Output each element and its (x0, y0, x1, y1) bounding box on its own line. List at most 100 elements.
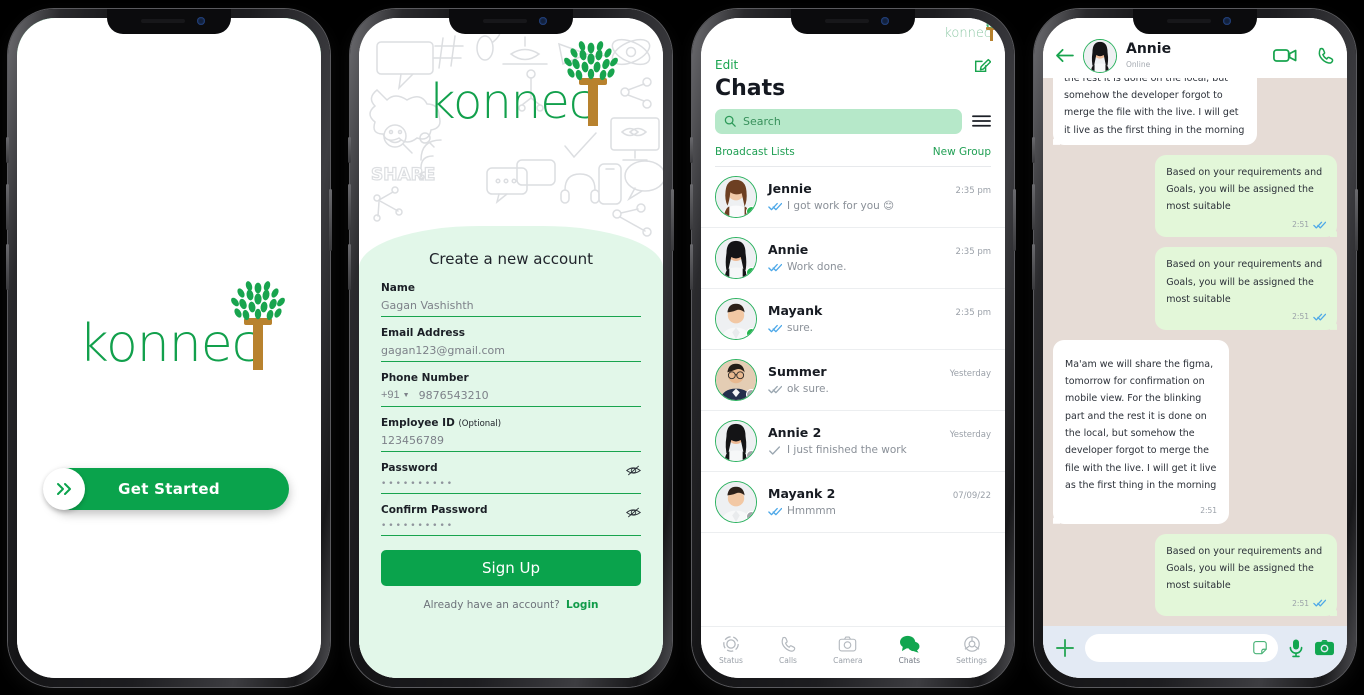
plus-icon[interactable] (1055, 638, 1075, 658)
chat-preview: Hmmmm (787, 505, 836, 517)
offline-status-dot (746, 388, 756, 400)
chat-bubbles-icon (899, 635, 920, 653)
broadcast-lists-link[interactable]: Broadcast Lists (715, 146, 795, 158)
tab-label: Chats (898, 656, 921, 665)
chat-name: Summer (768, 364, 827, 379)
avatar[interactable] (1083, 38, 1117, 73)
tab-status[interactable]: Status (719, 635, 743, 665)
app-logo-signup: konnec (359, 40, 663, 126)
chat-time: 2:35 pm (955, 186, 991, 196)
double-check-icon (768, 202, 782, 211)
contact-name: Annie (1126, 41, 1172, 58)
country-code-select[interactable]: +91 (381, 389, 400, 401)
sign-up-label: Sign Up (482, 558, 540, 577)
svg-text:SHARE: SHARE (371, 165, 435, 185)
phone-icon[interactable] (1316, 46, 1335, 65)
email-input[interactable]: gagan123@gmail.com (381, 344, 505, 357)
chat-name: Mayank (768, 303, 823, 318)
chat-list-item[interactable]: Annie 2:35 pm Work done. (701, 228, 1005, 289)
field-label: Employee ID (Optional) (381, 416, 502, 429)
video-camera-icon[interactable] (1273, 47, 1297, 64)
phone-2-screen: SHARE konnec Create a new account Name G… (359, 17, 663, 678)
eye-off-icon[interactable] (626, 506, 641, 519)
back-arrow-icon[interactable] (1055, 48, 1074, 63)
chat-list-item[interactable]: Mayank 2 07/09/22 Hmmmm (701, 472, 1005, 533)
eye-off-icon[interactable] (626, 464, 641, 477)
tab-calls[interactable]: Calls (779, 635, 797, 665)
avatar (715, 175, 757, 218)
single-check-icon (768, 445, 782, 455)
avatar (715, 358, 757, 401)
chat-name: Annie 2 (768, 425, 822, 440)
chat-time: 2:35 pm (955, 308, 991, 318)
confirm-password-input[interactable]: •••••••••• (381, 521, 454, 531)
field-label: Password (381, 461, 438, 474)
double-check-icon (768, 324, 782, 333)
chat-time: Yesterday (949, 430, 991, 440)
tree-canopy-icon (231, 280, 286, 320)
sign-up-button[interactable]: Sign Up (381, 549, 641, 586)
chevron-down-icon[interactable]: ▼ (403, 392, 410, 399)
phone-1-splash: SHARE k (6, 8, 332, 687)
bottom-tab-bar: Status Calls Camera Chats Settings (701, 625, 1005, 678)
employee-id-input[interactable]: 123456789 (381, 434, 444, 447)
message-time: 2:51 (1292, 219, 1309, 229)
tab-settings[interactable]: Settings (956, 635, 987, 665)
field-label: Email Address (381, 326, 466, 339)
camera-icon[interactable] (1314, 639, 1335, 657)
phone-4-screen: Annie Online mobile v (1043, 17, 1347, 678)
chat-preview: I just finished the work (787, 444, 907, 456)
avatar (715, 419, 757, 462)
online-status-dot (746, 205, 756, 217)
page-title: Chats (715, 75, 786, 101)
get-started-label: Get Started (118, 479, 220, 498)
tab-chats[interactable]: Chats (899, 635, 920, 665)
message-bubble-incoming: mobile view. For the blinking part and t… (1053, 77, 1258, 145)
chat-list-item[interactable]: Annie 2 Yesterday I just finished the wo… (701, 411, 1005, 472)
phone-3-screen: konnec Edit Chats Search Broadcast Lists… (701, 17, 1005, 678)
app-logo: konnec (17, 280, 321, 370)
chat-list: Jennie 2:35 pm I got work for you 😊 Anni… (701, 167, 1005, 626)
chat-name: Annie (768, 242, 809, 257)
chat-list-item[interactable]: Summer Yesterday ok sure. (701, 350, 1005, 411)
chat-list-item[interactable]: Mayank 2:35 pm sure. (701, 289, 1005, 350)
online-status-dot (746, 266, 756, 278)
new-group-link[interactable]: New Group (933, 146, 991, 158)
edit-button[interactable]: Edit (715, 58, 738, 72)
tab-camera[interactable]: Camera (833, 635, 863, 665)
field-employee-id: Employee ID (Optional) 123456789 (381, 417, 641, 452)
status-rings-icon (722, 635, 740, 653)
password-input[interactable]: •••••••••• (381, 479, 454, 489)
signup-form-panel: Create a new account Name Gagan Vashisht… (359, 225, 663, 678)
login-link[interactable]: Login (566, 599, 599, 611)
double-check-icon (1313, 599, 1326, 607)
hamburger-menu-icon[interactable] (972, 114, 991, 128)
get-started-button[interactable]: Get Started (43, 467, 289, 510)
phone-1-screen: SHARE k (17, 17, 321, 678)
message-input[interactable] (1085, 633, 1278, 662)
phone-input[interactable]: 9876543210 (419, 389, 489, 402)
avatar (715, 297, 757, 340)
chat-list-item[interactable]: Jennie 2:35 pm I got work for you 😊 (701, 167, 1005, 228)
message-text: mobile view. For the blinking part and t… (1064, 77, 1245, 136)
compose-pencil-icon[interactable] (973, 56, 991, 74)
chat-name: Jennie (768, 181, 812, 196)
sticker-icon[interactable] (1252, 640, 1268, 656)
login-prompt-text: Already have an account? (423, 598, 560, 611)
name-input[interactable]: Gagan Vashishth (381, 299, 474, 312)
double-check-icon (768, 263, 782, 272)
double-chevron-right-icon (43, 467, 85, 510)
microphone-icon[interactable] (1288, 638, 1304, 658)
search-input[interactable]: Search (715, 108, 962, 134)
message-list[interactable]: mobile view. For the blinking part and t… (1043, 77, 1347, 626)
message-text: Based on your requirements and Goals, yo… (1166, 259, 1323, 305)
phone-3-chats: konnec Edit Chats Search Broadcast Lists… (690, 8, 1016, 687)
chat-preview: ok sure. (787, 383, 829, 395)
phone-2-signup: SHARE konnec Create a new account Name G… (348, 8, 674, 687)
screenshot-stage: SHARE k (0, 0, 1364, 695)
chat-time: 2:35 pm (955, 247, 991, 257)
message-time: 2:51 (1292, 598, 1309, 608)
message-bubble-outgoing: Based on your requirements and Goals, yo… (1155, 247, 1337, 330)
chats-sublinks: Broadcast Lists New Group (715, 146, 991, 167)
login-prompt: Already have an account? Login (381, 599, 641, 611)
